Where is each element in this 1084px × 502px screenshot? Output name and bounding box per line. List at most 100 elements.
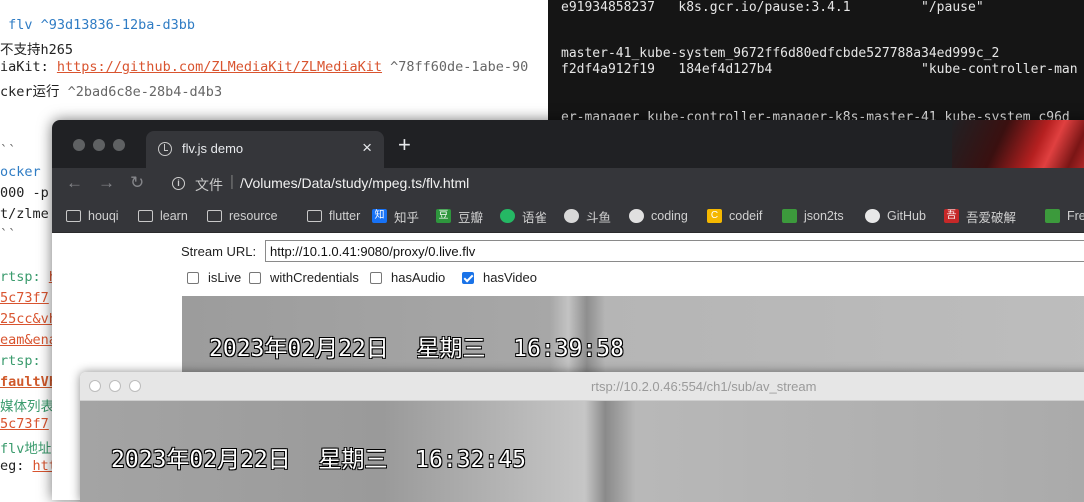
checkbox-label: hasVideo — [483, 270, 537, 285]
bookmark-flutter[interactable]: flutter — [307, 200, 360, 232]
bookmark-label: GitHub — [887, 209, 926, 223]
rtsp-video-player[interactable]: 2023年02月22日 星期三 16:32:45 — [80, 401, 1084, 502]
info-icon[interactable]: i — [172, 177, 185, 190]
bookmark-label: coding — [651, 209, 688, 223]
checkbox-label: hasAudio — [391, 270, 446, 285]
new-tab-button[interactable]: + — [398, 132, 411, 158]
forward-button[interactable]: → — [98, 172, 115, 194]
rtsp-close-button[interactable] — [89, 380, 101, 392]
minimize-window-button[interactable] — [93, 139, 105, 151]
editor-line: 不支持h265 — [0, 38, 73, 58]
editor-line: eam&ena — [0, 332, 57, 348]
tab-close-button[interactable]: × — [362, 138, 372, 158]
editor-line: 000 -p — [0, 185, 49, 201]
option-islive[interactable]: isLive — [187, 270, 241, 285]
editor-line: rtsp: h — [0, 269, 57, 285]
terminal-line: master-41_kube-system_9672ff6d80edfcbde5… — [561, 46, 1000, 61]
editor-link[interactable]: 25cc&vh — [0, 311, 57, 327]
folder-icon — [307, 210, 322, 222]
tab-strip: flv.js demo × + — [52, 120, 1084, 168]
editor-text: 000 -p — [0, 185, 49, 201]
bookmark-coding[interactable]: coding — [629, 200, 688, 232]
url-scheme-label: 文件 — [195, 177, 223, 193]
editor-link[interactable]: 5c73f7 — [0, 416, 49, 432]
editor-line: t/zlme — [0, 206, 49, 222]
bookmark-label: learn — [160, 209, 188, 223]
editor-text: flv地址 — [0, 441, 52, 457]
bookmark-houqi[interactable]: houqi — [66, 200, 119, 232]
address-bar[interactable]: /Volumes/Data/study/mpeg.ts/flv.html — [240, 175, 469, 191]
maximize-window-button[interactable] — [113, 139, 125, 151]
bookmark-codeif[interactable]: Ccodeif — [707, 200, 762, 232]
editor-line: `` — [0, 143, 16, 159]
douban-icon: 豆 — [436, 209, 451, 223]
bookmark-label: flutter — [329, 209, 361, 223]
editor-text: flv ^93d13836-12ba-d3bb — [0, 17, 196, 33]
bookmarks-bar: houqi learn resource flutter 知知乎豆豆瓣 语雀 斗鱼 codin… — [52, 200, 1084, 233]
url-separator: | — [230, 173, 234, 190]
52pojie-icon: 吾 — [944, 209, 959, 223]
stream-url-input[interactable] — [265, 240, 1084, 262]
folder-icon — [207, 210, 222, 222]
folder-icon — [138, 210, 153, 222]
editor-text: faultVh — [0, 374, 57, 390]
editor-text: 媒体列表 — [0, 399, 54, 415]
bookmark-语雀[interactable]: 语雀 — [500, 200, 547, 232]
rtsp-title-bar: rtsp://10.2.0.46:554/ch1/sub/av_stream — [80, 372, 1084, 401]
editor-link[interactable]: eam&ena — [0, 332, 57, 348]
bookmark-json2ts[interactable]: json2ts — [782, 200, 844, 232]
terminal-window: e91934858237 k8s.gcr.io/pause:3.4.1 "/pa… — [548, 0, 1084, 140]
free-icon — [1045, 209, 1060, 223]
bookmark-resource[interactable]: resource — [207, 200, 278, 232]
editor-line: faultVh — [0, 374, 57, 390]
editor-text: rtsp: — [0, 353, 41, 369]
bookmark-斗鱼[interactable]: 斗鱼 — [564, 200, 611, 232]
close-window-button[interactable] — [73, 139, 85, 151]
folder-icon — [66, 210, 81, 222]
editor-link[interactable]: 5c73f7 — [0, 290, 49, 306]
browser-toolbar: ← → ↻ i 文件 | /Volumes/Data/study/mpeg.ts… — [52, 168, 1084, 200]
bookmark-label: json2ts — [804, 209, 844, 223]
checkbox[interactable] — [187, 271, 199, 284]
yuque-icon — [500, 209, 515, 223]
bookmark-learn[interactable]: learn — [138, 200, 188, 232]
editor-link[interactable]: https://github.com/ZLMediaKit/ZLMediaKit — [57, 59, 382, 75]
rtsp-maximize-button[interactable] — [129, 380, 141, 392]
bookmark-free[interactable]: Free — [1045, 200, 1084, 232]
bookmark-label: Free — [1067, 209, 1084, 223]
option-hasvideo[interactable]: hasVideo — [462, 270, 537, 285]
tab-flv-demo[interactable]: flv.js demo × — [146, 131, 384, 168]
checkbox[interactable] — [462, 271, 474, 284]
editor-line: 25cc&vh — [0, 311, 57, 327]
checkbox[interactable] — [249, 271, 261, 284]
editor-text: cker运行 — [0, 84, 68, 100]
option-withcredentials[interactable]: withCredentials — [249, 270, 359, 285]
tab-title: flv.js demo — [182, 141, 244, 156]
douyu-icon — [564, 209, 579, 223]
editor-text: ^2bad6c8e-28b4-d4b3 — [67, 84, 223, 100]
bookmark-吾爱破解[interactable]: 吾吾爱破解 — [944, 200, 1016, 232]
editor-line: flv ^93d13836-12ba-d3bb — [0, 17, 195, 33]
json2ts-icon — [782, 209, 797, 223]
back-button[interactable]: ← — [66, 172, 83, 194]
codeif-icon: C — [707, 209, 722, 223]
bookmark-label: 知乎 — [394, 210, 420, 225]
option-hasaudio[interactable]: hasAudio — [370, 270, 445, 285]
reload-button[interactable]: ↻ — [130, 172, 144, 194]
rtsp-window-title: rtsp://10.2.0.46:554/ch1/sub/av_stream — [591, 379, 817, 394]
zhihu-icon: 知 — [372, 209, 387, 223]
editor-line: eg: htt — [0, 458, 57, 474]
editor-text: iaKit: — [0, 59, 57, 75]
editor-line: `` — [0, 227, 16, 243]
editor-line: flv地址 — [0, 437, 51, 457]
bookmark-label: resource — [229, 209, 278, 223]
editor-line: ocker — [0, 164, 41, 180]
video-timestamp-overlay: 2023年02月22日 星期三 16:32:45 — [111, 447, 526, 473]
bookmark-label: 语雀 — [522, 210, 548, 225]
bookmark-豆瓣[interactable]: 豆豆瓣 — [436, 200, 483, 232]
checkbox[interactable] — [370, 271, 382, 284]
bookmark-知乎[interactable]: 知知乎 — [372, 200, 419, 232]
terminal-line: f2df4a912f19 184ef4d127b4 "kube-controll… — [561, 62, 1078, 77]
bookmark-github[interactable]: GitHub — [865, 200, 926, 232]
rtsp-minimize-button[interactable] — [109, 380, 121, 392]
